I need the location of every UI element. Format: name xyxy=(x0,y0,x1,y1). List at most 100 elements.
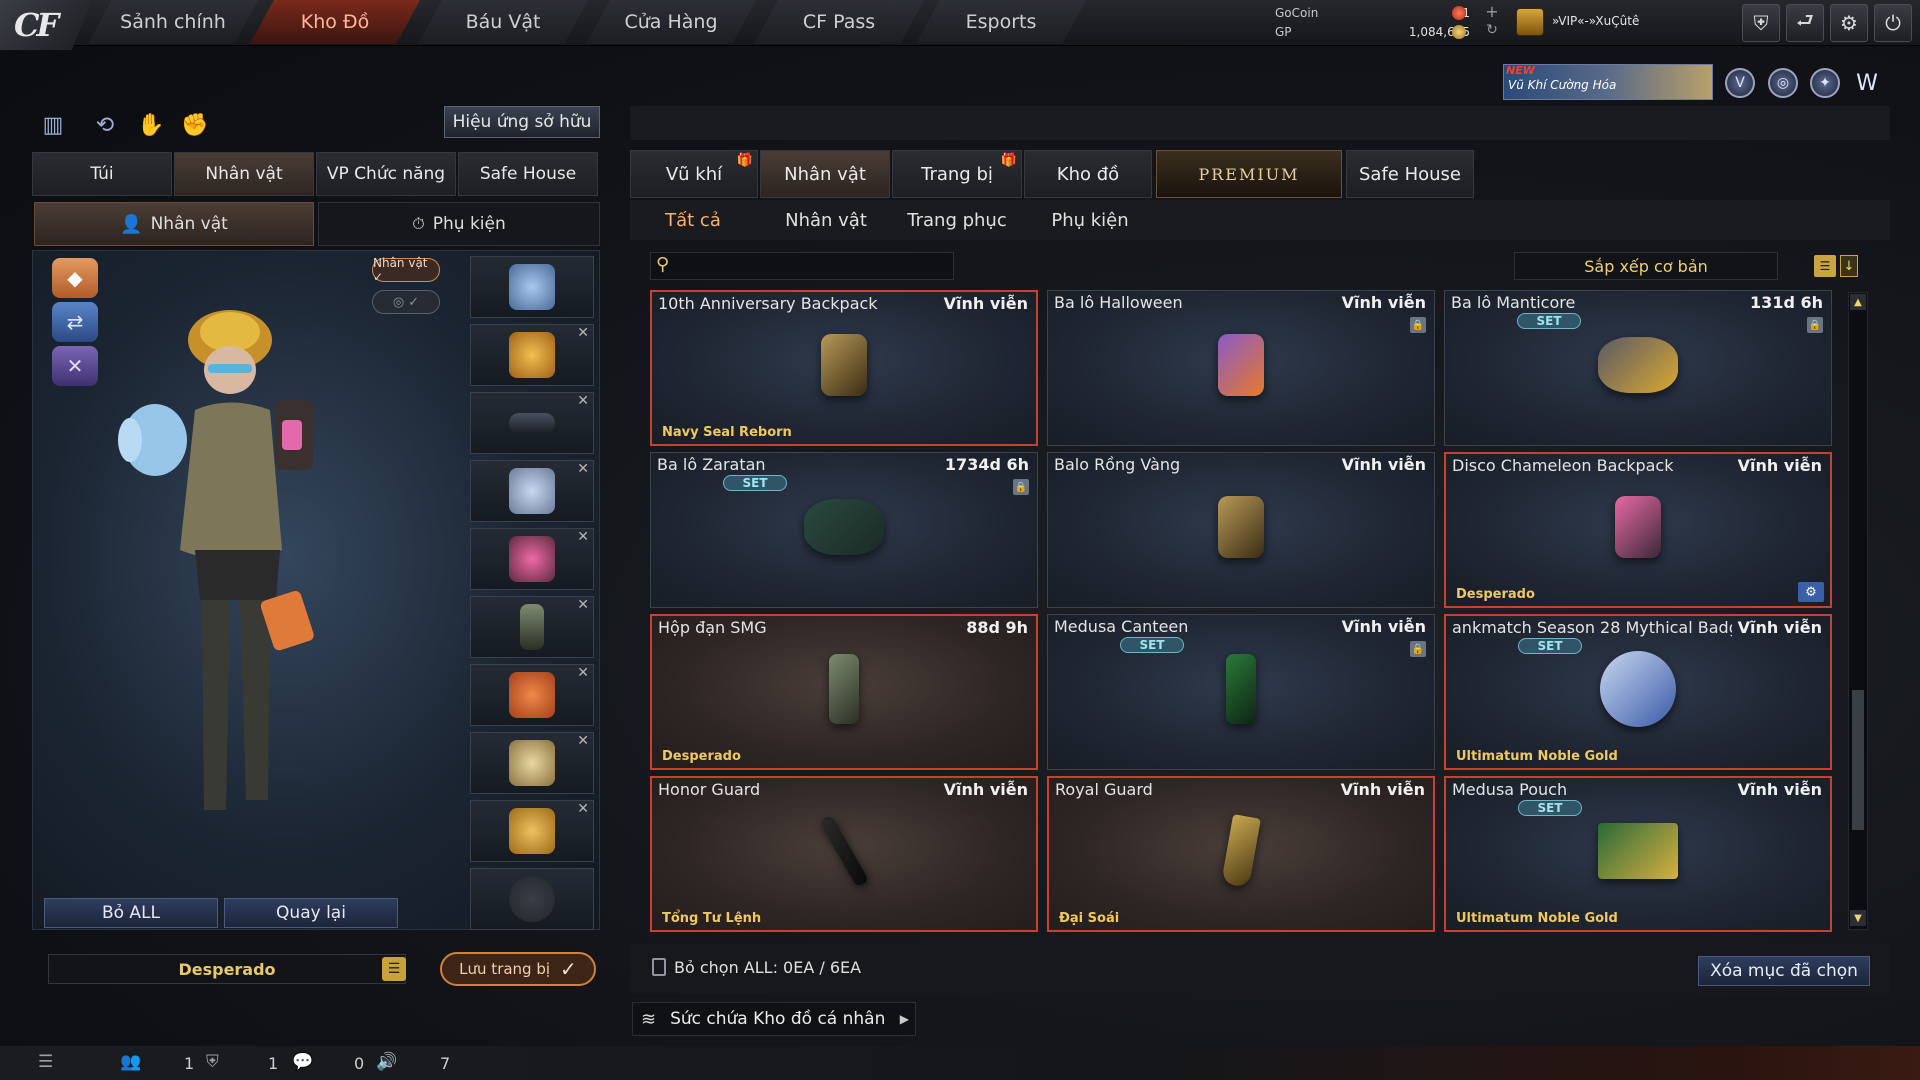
right-tab-character[interactable]: Nhân vật xyxy=(760,150,890,198)
power-icon[interactable]: ⏻ xyxy=(1874,4,1912,42)
remove-x-icon[interactable]: ✕ xyxy=(577,325,589,341)
wing-event-icon[interactable]: W xyxy=(1852,68,1882,98)
star-event-icon[interactable]: ✦ xyxy=(1810,68,1840,98)
slot-head-accessory[interactable] xyxy=(470,256,594,318)
item-card[interactable]: Ba lô Zaratan 1734d 6h SET 🔒 xyxy=(650,452,1038,608)
search-input[interactable] xyxy=(650,252,954,280)
remove-all-button[interactable]: Bỏ ALL xyxy=(44,898,218,928)
nav-tab-lobby[interactable]: Sảnh chính xyxy=(88,0,258,44)
nav-tab-inventory[interactable]: Kho Đồ xyxy=(250,0,420,44)
deselect-all-label[interactable]: Bỏ chọn ALL: 0EA / 6EA xyxy=(674,958,861,977)
left-tab-vp-function[interactable]: VP Chức năng xyxy=(316,152,456,196)
friends-icon[interactable]: 👥 xyxy=(120,1052,141,1072)
filter-all[interactable]: Tất cả xyxy=(640,204,746,236)
speaker-icon[interactable]: 🔊 xyxy=(376,1052,397,1072)
item-card[interactable]: 10th Anniversary Backpack Vĩnh viễn Navy S… xyxy=(650,290,1038,446)
slot-pet[interactable]: ✕ xyxy=(470,732,594,794)
item-card[interactable]: Medusa Pouch Vĩnh viễn SET Ultimatum Noble … xyxy=(1444,776,1832,932)
remove-x-icon[interactable]: ✕ xyxy=(577,529,589,545)
lock-icon[interactable]: 🔒 xyxy=(1410,317,1426,333)
save-outfit-button[interactable]: Lưu trang bị ✓ xyxy=(440,952,596,986)
nav-tab-shop[interactable]: Cửa Hàng xyxy=(586,0,756,44)
sort-menu-icon[interactable]: ☰ xyxy=(1814,255,1836,277)
subtab-character[interactable]: 👤 Nhân vật xyxy=(34,202,314,246)
slot-wing[interactable]: ✕ xyxy=(470,800,594,862)
slot-badge[interactable]: ✕ xyxy=(470,460,594,522)
lock-icon[interactable]: 🔒 xyxy=(1013,479,1029,495)
remove-x-icon[interactable]: ✕ xyxy=(577,665,589,681)
deselect-all-icon[interactable] xyxy=(652,958,666,976)
delete-selected-button[interactable]: Xóa mục đã chọn xyxy=(1698,956,1870,986)
slot-hat[interactable]: ✕ xyxy=(470,324,594,386)
right-tab-safe-house[interactable]: Safe House xyxy=(1346,150,1474,198)
slot-empty[interactable] xyxy=(470,868,594,930)
preset-name-field[interactable]: Desperado xyxy=(48,954,406,984)
sort-direction-icon[interactable]: ↓ xyxy=(1840,255,1858,277)
preset-menu-icon[interactable]: ☰ xyxy=(382,957,406,981)
sort-dropdown[interactable]: Sắp xếp cơ bản xyxy=(1514,252,1778,280)
gear-icon[interactable]: ⚙ xyxy=(1830,4,1868,42)
filter-accessory[interactable]: Phụ kiện xyxy=(1040,204,1140,236)
item-card[interactable]: ankmatch Season 28 Mythical Badg Vĩnh viễ… xyxy=(1444,614,1832,770)
nav-tab-esports[interactable]: Esports xyxy=(916,0,1086,44)
lock-icon[interactable]: 🔒 xyxy=(1807,317,1823,333)
item-card[interactable]: Balo Rồng Vàng Vĩnh viễn xyxy=(1047,452,1435,608)
owned-effects-button[interactable]: Hiệu ứng sở hữu xyxy=(444,106,600,138)
character-tag[interactable]: Nhân vật ✓ xyxy=(372,256,440,284)
character-class-icon[interactable]: ◆ xyxy=(52,258,98,298)
scroll-up-icon[interactable]: ▲ xyxy=(1850,294,1866,310)
hide-accessory-toggle[interactable]: ◎ ✓ xyxy=(372,290,440,314)
remove-x-icon[interactable]: ✕ xyxy=(577,597,589,613)
filter-outfit[interactable]: Trang phục xyxy=(896,204,1018,236)
item-settings-icon[interactable]: ⚙ xyxy=(1798,582,1824,602)
chat-icon[interactable]: 💬 xyxy=(292,1052,313,1072)
left-tab-safe-house[interactable]: Safe House xyxy=(458,152,598,196)
pose-icon[interactable]: ✋ xyxy=(136,110,166,140)
left-tab-bag[interactable]: Túi xyxy=(32,152,172,196)
slot-pouch[interactable]: ✕ xyxy=(470,596,594,658)
slot-waist[interactable]: ✕ xyxy=(470,664,594,726)
remove-x-icon[interactable]: ✕ xyxy=(577,393,589,409)
right-tab-equipment[interactable]: Trang bị 🎁 xyxy=(892,150,1022,198)
right-tab-premium[interactable]: PREMIUM xyxy=(1156,150,1342,198)
left-tab-character[interactable]: Nhân vật xyxy=(174,152,314,196)
remove-x-icon[interactable]: ✕ xyxy=(577,733,589,749)
item-card[interactable]: Honor Guard Vĩnh viễn Tổng Tư Lệnh xyxy=(650,776,1038,932)
item-card[interactable]: Hộp đạn SMG 88d 9h Desperado xyxy=(650,614,1038,770)
globe-event-icon[interactable]: ◎ xyxy=(1768,68,1798,98)
refresh-icon[interactable]: ↻ xyxy=(1484,22,1500,38)
scroll-down-icon[interactable]: ▼ xyxy=(1850,910,1866,926)
item-card[interactable]: Ba lô Halloween Vĩnh viễn 🔒 xyxy=(1047,290,1435,446)
stats-icon[interactable]: ▥ xyxy=(38,110,68,140)
scrollbar[interactable] xyxy=(1848,292,1868,930)
remove-x-icon[interactable]: ✕ xyxy=(577,801,589,817)
menu-list-icon[interactable]: ☰ xyxy=(38,1052,53,1072)
shield-icon[interactable]: ⛨ xyxy=(1742,4,1780,42)
right-tab-weapon[interactable]: Vũ khí 🎁 xyxy=(630,150,758,198)
nav-tab-treasure[interactable]: Báu Vật xyxy=(418,0,588,44)
back-button[interactable]: Quay lại xyxy=(224,898,398,928)
nav-tab-cf-pass[interactable]: CF Pass xyxy=(754,0,924,44)
subtab-accessory[interactable]: ⏱ Phụ kiện xyxy=(318,202,600,246)
exit-icon[interactable]: ⮐ xyxy=(1786,4,1824,42)
slot-backpack[interactable]: ✕ xyxy=(470,528,594,590)
valor-event-icon[interactable]: V xyxy=(1725,68,1755,98)
right-tab-storage[interactable]: Kho đồ xyxy=(1024,150,1152,198)
scrollbar-thumb[interactable] xyxy=(1852,690,1864,830)
item-card[interactable]: Royal Guard Vĩnh viễn Đại Soái xyxy=(1047,776,1435,932)
slot-glasses[interactable]: ✕ xyxy=(470,392,594,454)
gp-coin-icon xyxy=(1452,25,1466,39)
plus-icon[interactable]: + xyxy=(1484,2,1500,21)
item-card[interactable]: Ba lô Manticore 131d 6h SET 🔒 xyxy=(1444,290,1832,446)
wing-class-icon[interactable]: ✕ xyxy=(52,346,98,386)
rotate-icon[interactable]: ⟲ xyxy=(90,110,120,140)
capacity-button[interactable]: ≋ Sức chứa Kho đồ cá nhân ▶ xyxy=(632,1002,916,1036)
clan-shield-icon[interactable]: ⛨ xyxy=(206,1052,219,1072)
filter-character[interactable]: Nhân vật xyxy=(770,204,882,236)
item-card[interactable]: Disco Chameleon Backpack Vĩnh viễn Despera… xyxy=(1444,452,1832,608)
swap-class-icon[interactable]: ⇄ xyxy=(52,302,98,342)
remove-x-icon[interactable]: ✕ xyxy=(577,461,589,477)
emote-icon[interactable]: ✊ xyxy=(180,110,210,140)
lock-icon[interactable]: 🔒 xyxy=(1410,641,1426,657)
item-card[interactable]: Medusa Canteen Vĩnh viễn SET 🔒 xyxy=(1047,614,1435,770)
